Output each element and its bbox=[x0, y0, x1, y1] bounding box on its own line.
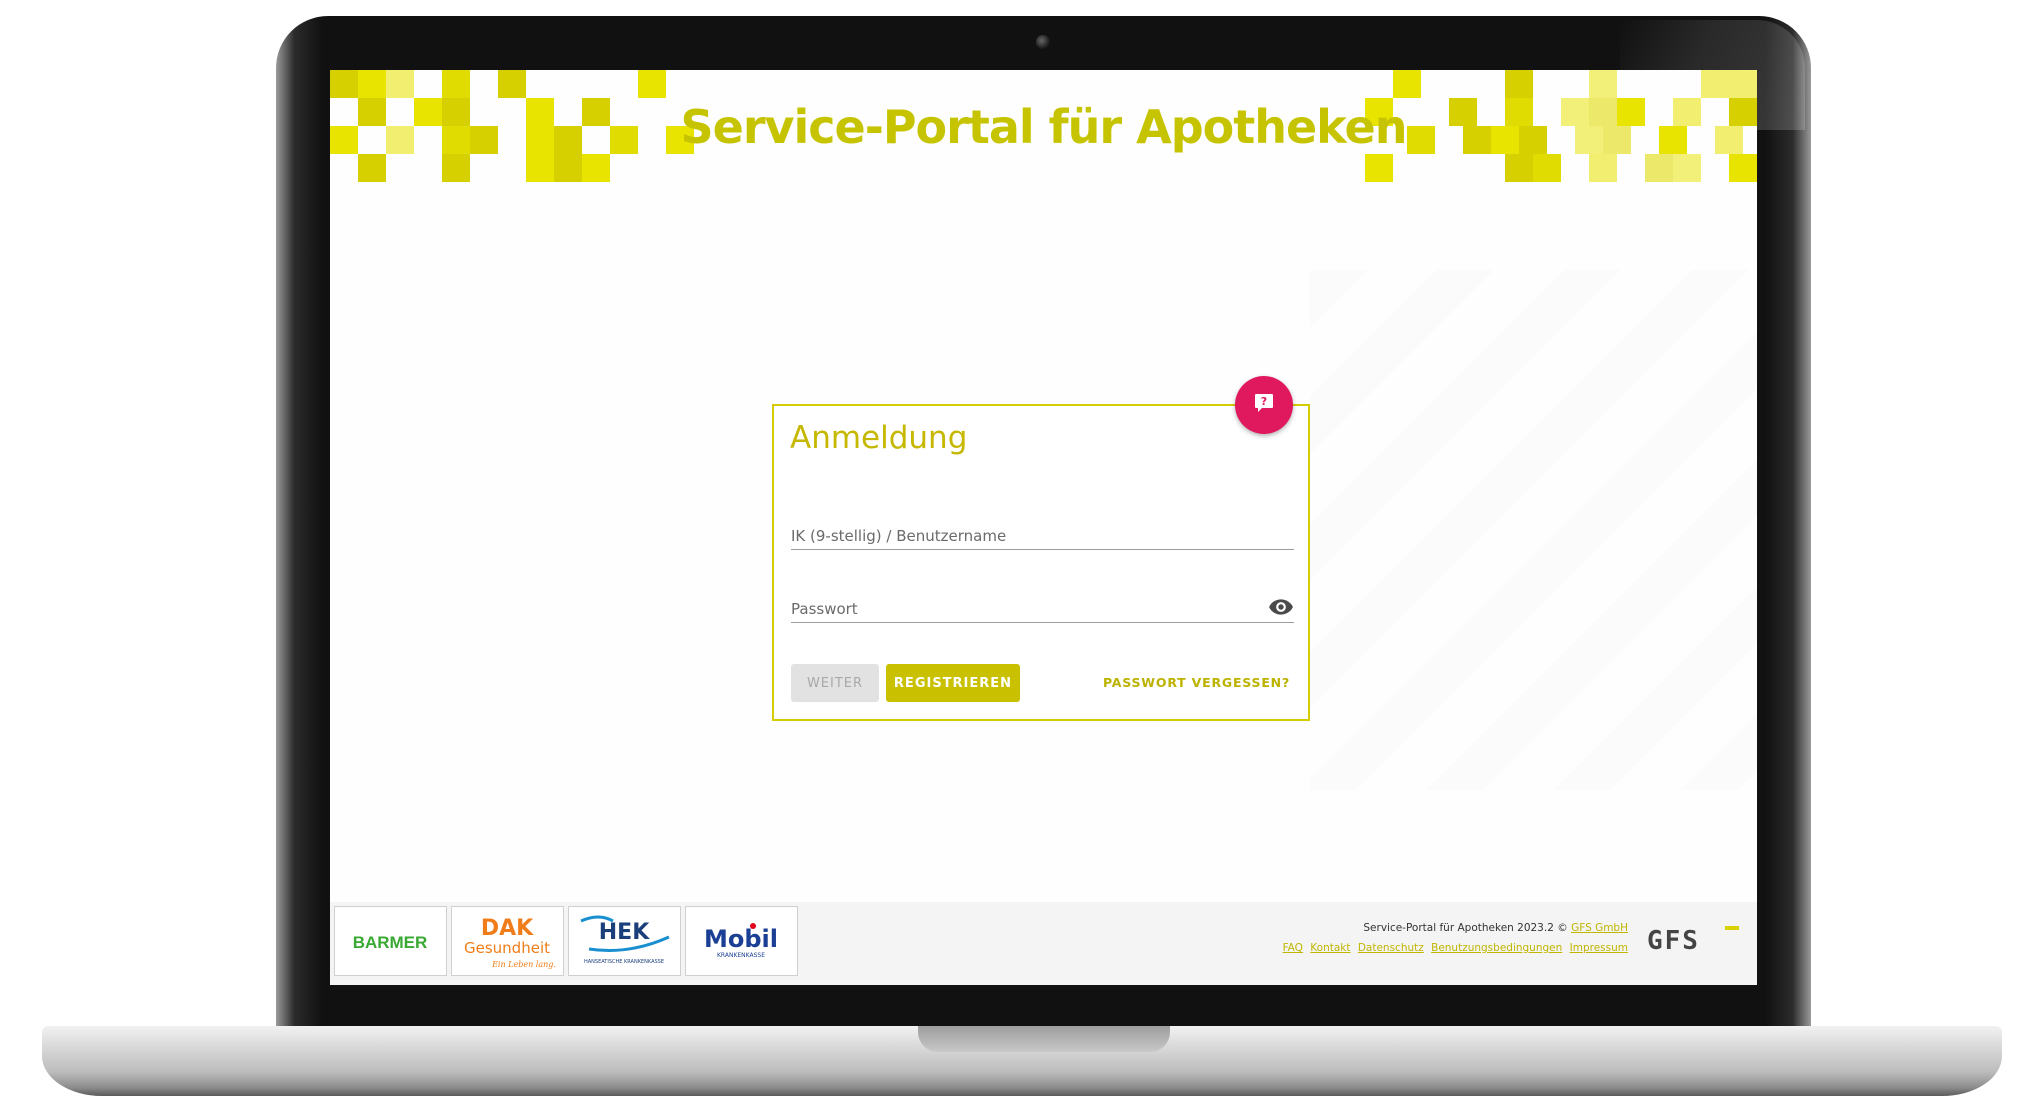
hek-logo[interactable]: HEK HANSEATISCHE KRANKENKASSE bbox=[568, 906, 681, 976]
eye-icon[interactable] bbox=[1268, 594, 1294, 620]
footer-link-faq[interactable]: FAQ bbox=[1283, 942, 1303, 954]
footer-copyright: Service-Portal für Apotheken 2023.2 © GF… bbox=[1363, 922, 1628, 934]
copyright-text: Service-Portal für Apotheken 2023.2 © bbox=[1363, 922, 1568, 934]
footer-link-impressum[interactable]: Impressum bbox=[1570, 942, 1628, 954]
help-button[interactable]: ? bbox=[1235, 376, 1293, 434]
dak-logo-text: DAK bbox=[481, 916, 534, 941]
footer-link-datenschutz[interactable]: Datenschutz bbox=[1358, 942, 1424, 954]
gfs-logo[interactable]: GFS bbox=[1647, 924, 1739, 959]
login-card: Anmeldung WEITER REGISTRIEREN PASSWORT V… bbox=[772, 404, 1310, 721]
hek-logo-subtext: HANSEATISCHE KRANKENKASSE bbox=[584, 959, 664, 965]
dak-logo[interactable]: DAK Gesundheit Ein Leben lang. bbox=[451, 906, 564, 976]
weiter-button[interactable]: WEITER bbox=[791, 664, 879, 702]
laptop-notch bbox=[918, 1026, 1170, 1052]
barmer-logo[interactable]: BARMER bbox=[334, 906, 447, 976]
hek-logo-text: HEK bbox=[599, 920, 650, 945]
browser-viewport: Service-Portal für Apotheken Anmeldung W… bbox=[330, 70, 1757, 985]
page-title: Service-Portal für Apotheken bbox=[680, 100, 1408, 154]
footer: BARMER DAK Gesundheit Ein Leben lang. HE… bbox=[330, 902, 1757, 985]
webcam bbox=[1036, 35, 1050, 49]
footer-link-kontakt[interactable]: Kontakt bbox=[1310, 942, 1350, 954]
dak-logo-slogan: Ein Leben lang. bbox=[491, 960, 556, 969]
background-pattern bbox=[1310, 270, 1757, 790]
mobil-logo-text: Mobil bbox=[704, 925, 778, 953]
register-button[interactable]: REGISTRIEREN bbox=[886, 664, 1020, 702]
footer-links: FAQ Kontakt Datenschutz Benutzungsbeding… bbox=[1279, 942, 1628, 954]
gfs-logo-text: GFS bbox=[1647, 926, 1700, 954]
password-input[interactable] bbox=[791, 582, 1294, 626]
dak-logo-subtext: Gesundheit bbox=[464, 939, 550, 957]
help-chat-icon: ? bbox=[1252, 391, 1276, 420]
login-title: Anmeldung bbox=[790, 420, 968, 456]
username-field bbox=[791, 509, 1294, 553]
gfs-company-link[interactable]: GFS GmbH bbox=[1571, 922, 1628, 934]
mobil-krankenkasse-logo[interactable]: Mobil KRANKENKASSE bbox=[685, 906, 798, 976]
barmer-logo-text: BARMER bbox=[353, 933, 428, 952]
username-input[interactable] bbox=[791, 509, 1294, 553]
svg-text:?: ? bbox=[1261, 395, 1267, 408]
footer-link-benutzungsbedingungen[interactable]: Benutzungsbedingungen bbox=[1431, 942, 1562, 954]
mobil-logo-subtext: KRANKENKASSE bbox=[717, 952, 765, 959]
password-field bbox=[791, 582, 1294, 626]
forgot-password-link[interactable]: PASSWORT VERGESSEN? bbox=[1103, 675, 1290, 690]
